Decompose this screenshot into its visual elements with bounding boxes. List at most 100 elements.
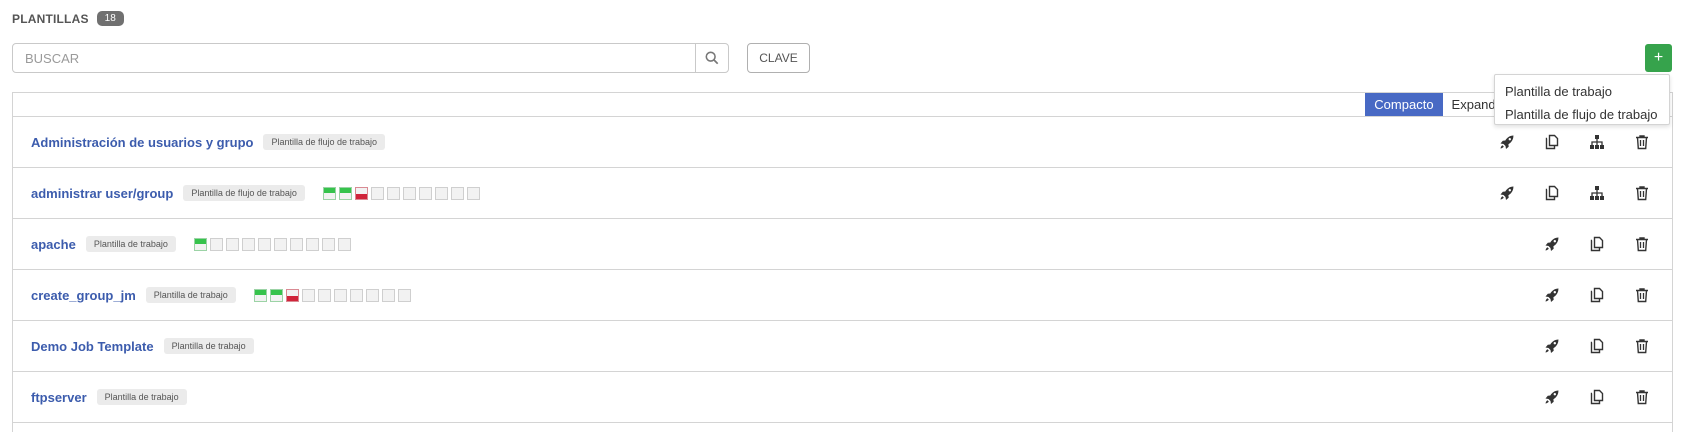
add-dropdown-menu: Plantilla de trabajo Plantilla de flujo … [1494, 74, 1670, 125]
rocket-icon [1545, 339, 1558, 353]
launch-button[interactable] [1529, 236, 1574, 252]
workflow-visualizer-icon [1589, 135, 1604, 149]
template-type-badge: Plantilla de trabajo [96, 389, 187, 405]
template-type-badge: Plantilla de trabajo [85, 236, 176, 252]
workflow-visualizer-button[interactable] [1574, 185, 1619, 201]
menu-item-workflow-template[interactable]: Plantilla de flujo de trabajo [1495, 103, 1669, 126]
job-empty-indicator [257, 237, 271, 251]
job-empty-indicator [333, 288, 347, 302]
template-name-link[interactable]: Demo Job Template [31, 339, 154, 354]
template-row: Demo Job Template Plantilla de trabajo [13, 321, 1672, 372]
copy-icon [1590, 338, 1603, 354]
search-input[interactable] [13, 44, 695, 72]
job-failed-indicator[interactable] [285, 288, 299, 302]
delete-button[interactable] [1619, 338, 1664, 354]
rocket-icon [1500, 186, 1513, 200]
template-name-link[interactable]: Administración de usuarios y grupo [31, 135, 253, 150]
template-name-link[interactable]: ftpserver [31, 390, 87, 405]
template-type-badge: Plantilla de flujo de trabajo [263, 134, 386, 150]
template-name-link[interactable]: apache [31, 237, 76, 252]
template-name-link[interactable]: administrar user/group [31, 186, 173, 201]
delete-button[interactable] [1619, 134, 1664, 150]
delete-button[interactable] [1619, 236, 1664, 252]
template-type-badge: Plantilla de flujo de trabajo [183, 185, 305, 201]
trash-icon [1635, 186, 1648, 201]
trash-icon [1635, 135, 1648, 150]
job-failed-indicator[interactable] [354, 186, 368, 200]
delete-button[interactable] [1619, 185, 1664, 201]
search-icon [705, 51, 719, 65]
trash-icon [1635, 288, 1648, 303]
row-actions [1529, 270, 1664, 320]
copy-button[interactable] [1574, 236, 1619, 252]
launch-button[interactable] [1529, 338, 1574, 354]
row-actions [1484, 168, 1664, 218]
copy-button[interactable] [1529, 185, 1574, 201]
job-success-indicator[interactable] [193, 237, 207, 251]
job-empty-indicator [365, 288, 379, 302]
page-header: PLANTILLAS 18 [12, 11, 124, 26]
copy-button[interactable] [1529, 134, 1574, 150]
job-success-indicator[interactable] [269, 288, 283, 302]
compact-view-button[interactable]: Compacto [1365, 93, 1443, 116]
job-empty-indicator [321, 237, 335, 251]
trash-icon [1635, 390, 1648, 405]
row-actions [1529, 219, 1664, 269]
job-empty-indicator [397, 288, 411, 302]
trash-icon [1635, 237, 1648, 252]
copy-icon [1545, 185, 1558, 201]
launch-button[interactable] [1484, 134, 1529, 150]
job-empty-indicator [386, 186, 400, 200]
page-title: PLANTILLAS [12, 11, 89, 26]
delete-button[interactable] [1619, 389, 1664, 405]
template-row: administrar user/group Plantilla de flujo… [13, 168, 1672, 219]
job-success-indicator[interactable] [338, 186, 352, 200]
workflow-visualizer-icon [1589, 186, 1604, 200]
list-toolbar: Compacto Expandido [13, 93, 1672, 117]
workflow-visualizer-button[interactable] [1574, 134, 1619, 150]
search-button[interactable] [695, 44, 728, 72]
rocket-icon [1545, 288, 1558, 302]
copy-button[interactable] [1574, 338, 1619, 354]
recent-jobs-sparkline [253, 288, 411, 302]
job-empty-indicator [402, 186, 416, 200]
rocket-icon [1545, 237, 1558, 251]
trash-icon [1635, 339, 1648, 354]
job-empty-indicator [418, 186, 432, 200]
rocket-icon [1500, 135, 1513, 149]
job-empty-indicator [466, 186, 480, 200]
job-success-indicator[interactable] [253, 288, 267, 302]
job-empty-indicator [370, 186, 384, 200]
copy-icon [1590, 287, 1603, 303]
copy-icon [1590, 389, 1603, 405]
copy-icon [1590, 236, 1603, 252]
recent-jobs-sparkline [193, 237, 351, 251]
templates-list: Compacto Expandido Administración de usu… [12, 92, 1673, 432]
job-empty-indicator [434, 186, 448, 200]
copy-button[interactable] [1574, 389, 1619, 405]
menu-item-job-template[interactable]: Plantilla de trabajo [1495, 80, 1669, 103]
launch-button[interactable] [1484, 185, 1529, 201]
job-empty-indicator [301, 288, 315, 302]
template-row: ftpserver Plantilla de trabajo [13, 372, 1672, 423]
copy-button[interactable] [1574, 287, 1619, 303]
delete-button[interactable] [1619, 287, 1664, 303]
job-empty-indicator [273, 237, 287, 251]
job-empty-indicator [289, 237, 303, 251]
launch-button[interactable] [1529, 389, 1574, 405]
template-name-link[interactable]: create_group_jm [31, 288, 136, 303]
launch-button[interactable] [1529, 287, 1574, 303]
add-button[interactable]: + [1645, 44, 1672, 72]
template-type-badge: Plantilla de trabajo [163, 338, 254, 354]
job-empty-indicator [225, 237, 239, 251]
row-actions [1529, 372, 1664, 422]
key-button[interactable]: CLAVE [747, 43, 810, 73]
job-empty-indicator [349, 288, 363, 302]
count-badge: 18 [96, 11, 124, 26]
job-empty-indicator [381, 288, 395, 302]
job-empty-indicator [337, 237, 351, 251]
job-empty-indicator [209, 237, 223, 251]
template-row: apache Plantilla de trabajo [13, 219, 1672, 270]
search-box [12, 43, 729, 73]
job-success-indicator[interactable] [322, 186, 336, 200]
